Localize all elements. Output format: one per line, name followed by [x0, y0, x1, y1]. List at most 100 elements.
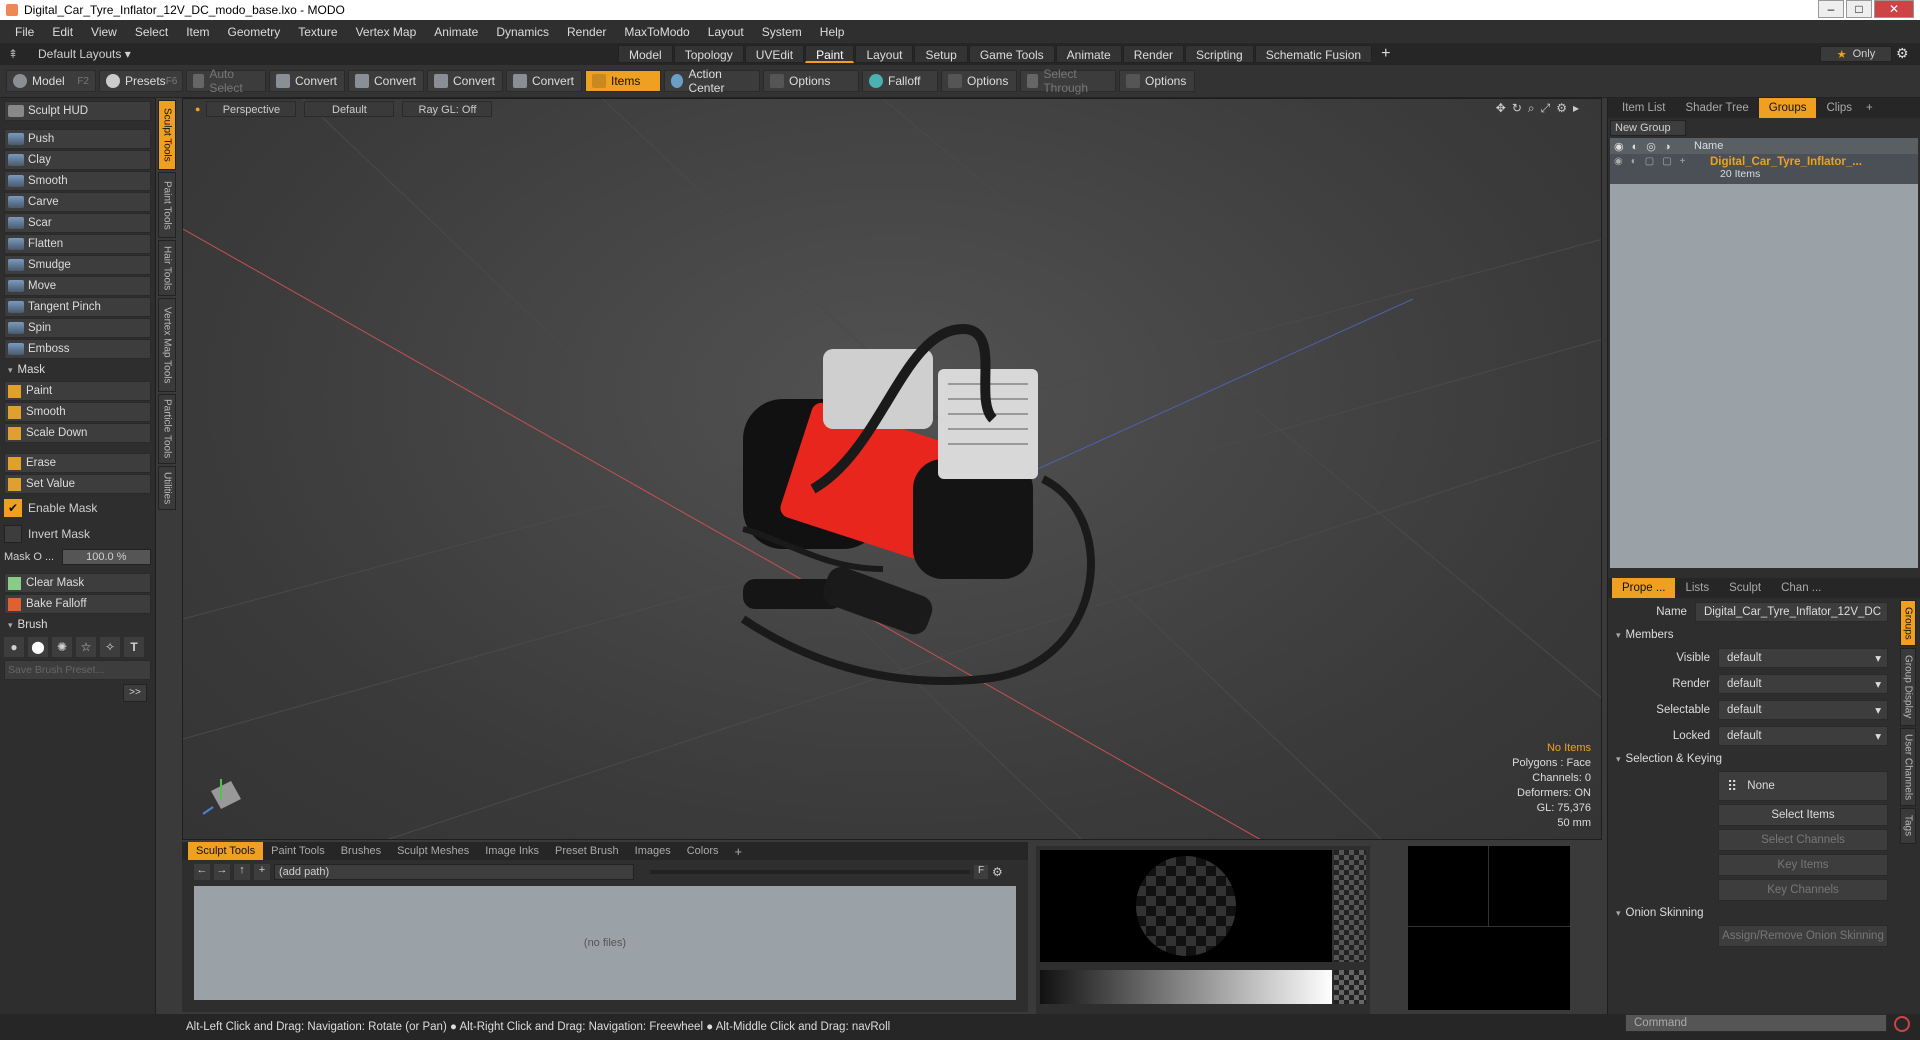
view-type-button[interactable]: Perspective [206, 101, 297, 117]
mask-tool-paint[interactable]: Paint [4, 381, 151, 401]
mask-tool-smooth[interactable]: Smooth [4, 402, 151, 422]
brush-star-icon[interactable]: ☆ [76, 637, 96, 657]
menu-animate[interactable]: Animate [425, 25, 487, 39]
stab-groups[interactable]: Groups [1900, 600, 1916, 646]
menu-vertex-map[interactable]: Vertex Map [347, 25, 426, 39]
action-center-options-button[interactable]: Options [763, 70, 859, 92]
vtab-sculpt-tools[interactable]: Sculpt Tools [158, 100, 176, 170]
path-select[interactable]: (add path) [274, 864, 634, 880]
sculpt-hud-button[interactable]: Sculpt HUD [4, 101, 151, 121]
minimize-button[interactable]: – [1818, 0, 1844, 18]
tool-smooth[interactable]: Smooth [4, 171, 151, 191]
mask-tool-scale-down[interactable]: Scale Down [4, 423, 151, 443]
btab-image-inks[interactable]: Image Inks [477, 845, 547, 857]
clear-mask-button[interactable]: Clear Mask [4, 573, 151, 593]
file-browser-area[interactable]: (no files) [194, 886, 1016, 1000]
add-path-icon[interactable]: + [254, 864, 270, 880]
menu-texture[interactable]: Texture [289, 25, 346, 39]
set-value-button[interactable]: Set Value [4, 474, 151, 494]
tool-tangent-pinch[interactable]: Tangent Pinch [4, 297, 151, 317]
assign-onion-button[interactable]: Assign/Remove Onion Skinning [1718, 925, 1888, 947]
stab-user-channels[interactable]: User Channels [1900, 728, 1916, 806]
menu-geometry[interactable]: Geometry [219, 25, 290, 39]
invert-mask-toggle[interactable]: Invert Mask [4, 522, 151, 546]
raygl-button[interactable]: Ray GL: Off [402, 101, 493, 117]
tab-game-tools[interactable]: Game Tools [968, 45, 1055, 63]
group-row[interactable]: ◉◐▢▢+ Digital_Car_Tyre_Inflator_... 20 I… [1610, 154, 1918, 184]
select-items-button[interactable]: Select Items [1718, 804, 1888, 826]
selectable-select[interactable]: default ▾ [1718, 700, 1888, 720]
tab-model[interactable]: Model [618, 45, 673, 63]
menu-view[interactable]: View [82, 25, 126, 39]
only-toggle[interactable]: ★ Only [1820, 46, 1892, 62]
menu-dynamics[interactable]: Dynamics [487, 25, 558, 39]
layout-collapse-icon[interactable]: ⇞ [8, 47, 22, 61]
menu-help[interactable]: Help [811, 25, 854, 39]
tool-move[interactable]: Move [4, 276, 151, 296]
members-section[interactable]: Members [1612, 626, 1894, 644]
btab-sculpt-tools[interactable]: Sculpt Tools [188, 842, 264, 860]
expand-button[interactable]: >> [123, 684, 147, 702]
falloff-button[interactable]: Falloff [862, 70, 938, 92]
viewport-nav-icons[interactable]: ✥↻⌕⤢⚙▸ [1496, 101, 1585, 116]
convert-edges-button[interactable]: Convert [348, 70, 424, 92]
tab-layout[interactable]: Layout [855, 45, 914, 63]
action-center-button[interactable]: Action Center [664, 67, 760, 95]
3d-viewport[interactable]: ● Perspective Default Ray GL: Off ✥↻⌕⤢⚙▸… [182, 98, 1602, 840]
forward-icon[interactable]: → [214, 864, 230, 880]
close-button[interactable]: ✕ [1874, 0, 1914, 18]
mask-opacity-field[interactable]: 100.0 % [61, 549, 151, 565]
rtab-clips[interactable]: Clips [1816, 98, 1862, 118]
tab-uvedit[interactable]: UVEdit [744, 45, 805, 63]
gear-icon[interactable]: ⚙ [1896, 45, 1909, 62]
ptab-channels[interactable]: Chan ... [1771, 578, 1831, 598]
bake-falloff-button[interactable]: Bake Falloff [4, 594, 151, 614]
convert-polygons-button[interactable]: Convert [427, 70, 503, 92]
erase-button[interactable]: Erase [4, 453, 151, 473]
menu-system[interactable]: System [753, 25, 811, 39]
tool-smudge[interactable]: Smudge [4, 255, 151, 275]
tool-clay[interactable]: Clay [4, 150, 151, 170]
tool-emboss[interactable]: Emboss [4, 339, 151, 359]
group-name-field[interactable]: Digital_Car_Tyre_Inflator_12V_DC [1694, 602, 1888, 622]
vtab-utilities[interactable]: Utilities [158, 466, 176, 510]
convert-items-button[interactable]: Convert [506, 70, 582, 92]
tab-scripting[interactable]: Scripting [1185, 45, 1254, 63]
falloff-options-button[interactable]: Options [941, 70, 1017, 92]
presets-button[interactable]: Presets F6 [99, 70, 183, 92]
stab-group-display[interactable]: Group Display [1900, 648, 1916, 726]
vtab-particle-tools[interactable]: Particle Tools [158, 394, 176, 464]
filter-icon[interactable]: F [974, 865, 988, 879]
none-button[interactable]: ⠿ None [1718, 771, 1888, 801]
btab-preset-brush[interactable]: Preset Brush [547, 845, 627, 857]
menu-item[interactable]: Item [177, 25, 218, 39]
up-icon[interactable]: ↑ [234, 864, 250, 880]
menu-maxtomodo[interactable]: MaxToModo [615, 25, 698, 39]
ptab-sculpt[interactable]: Sculpt [1719, 578, 1771, 598]
tool-spin[interactable]: Spin [4, 318, 151, 338]
tab-schematic-fusion[interactable]: Schematic Fusion [1254, 45, 1373, 63]
add-tab-icon[interactable]: + [1381, 45, 1390, 63]
menu-select[interactable]: Select [126, 25, 177, 39]
maximize-button[interactable]: □ [1846, 0, 1872, 18]
ptab-lists[interactable]: Lists [1675, 578, 1719, 598]
vtab-paint-tools[interactable]: Paint Tools [158, 172, 176, 238]
render-select[interactable]: default ▾ [1718, 674, 1888, 694]
onion-skinning-section[interactable]: Onion Skinning [1612, 904, 1894, 922]
settings-gear-icon[interactable]: ⚙ [992, 865, 1006, 879]
stab-tags[interactable]: Tags [1900, 808, 1916, 844]
mask-section-header[interactable]: Mask [4, 361, 151, 379]
brush-procedural-icon[interactable]: ✧ [100, 637, 120, 657]
brush-hard-icon[interactable]: ⬤ [28, 637, 48, 657]
select-through-button[interactable]: Select Through [1020, 67, 1116, 95]
back-icon[interactable]: ← [194, 864, 210, 880]
model-mode-button[interactable]: Model F2 [6, 70, 96, 92]
menu-file[interactable]: File [6, 25, 43, 39]
add-tab-icon[interactable]: + [727, 844, 751, 859]
ptab-properties[interactable]: Prope ... [1612, 578, 1676, 598]
vtab-vertex-map-tools[interactable]: Vertex Map Tools [158, 298, 176, 392]
convert-vertices-button[interactable]: Convert [269, 70, 345, 92]
command-input[interactable]: Command [1625, 1014, 1887, 1032]
brush-splat-icon[interactable]: ✺ [52, 637, 72, 657]
visible-select[interactable]: default ▾ [1718, 648, 1888, 668]
